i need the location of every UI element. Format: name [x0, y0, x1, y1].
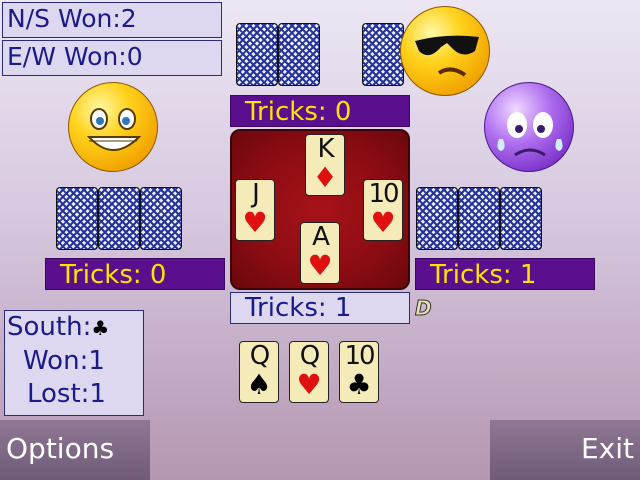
west-tricks: Tricks: 0	[45, 258, 225, 290]
east-tricks-label: Tricks: 1	[430, 260, 537, 290]
options-softkey[interactable]: Options	[0, 420, 150, 480]
lost-count: Lost:1	[27, 379, 106, 409]
north-tricks: Tricks: 0	[230, 95, 410, 127]
card-rank: Q	[299, 341, 320, 371]
card-rank: J	[252, 179, 260, 209]
dealer-marker: D	[415, 296, 433, 321]
club-suit-icon: ♣	[346, 368, 372, 401]
west-played-card: J ♥	[235, 179, 275, 241]
heart-suit-icon: ♥	[307, 249, 333, 282]
ns-score-label: N/S Won:2	[7, 4, 137, 33]
card-rank: K	[317, 134, 334, 164]
north-card-back	[236, 23, 278, 86]
east-card-back	[416, 187, 458, 250]
cool-sunglasses-smiley-icon	[400, 6, 490, 96]
hand-card-ten-clubs[interactable]: 10 ♣	[339, 341, 379, 403]
hand-card-queen-hearts[interactable]: Q ♥	[289, 341, 329, 403]
east-card-back	[500, 187, 542, 250]
hand-card-queen-spades[interactable]: Q ♠	[239, 341, 279, 403]
south-tricks: Tricks: 1	[230, 292, 410, 324]
east-card-back	[458, 187, 500, 250]
north-played-card: K ♦	[305, 134, 345, 196]
south-played-card: A ♥	[300, 222, 340, 284]
ew-score-label: E/W Won:0	[7, 42, 143, 71]
south-label: South:	[7, 312, 92, 342]
spade-suit-icon: ♠	[246, 368, 272, 401]
west-card-back	[140, 187, 182, 250]
card-rank: 10	[344, 341, 375, 371]
exit-label: Exit	[580, 432, 634, 465]
west-card-back	[56, 187, 98, 250]
east-tricks: Tricks: 1	[415, 258, 595, 290]
west-card-back	[98, 187, 140, 250]
west-tricks-label: Tricks: 0	[60, 260, 167, 290]
south-status-panel: South:♣ Won:1 Lost:1	[4, 310, 144, 416]
ew-score: E/W Won:0	[2, 40, 222, 76]
north-card-back	[278, 23, 320, 86]
card-rank: 10	[368, 179, 399, 209]
grinning-smiley-icon	[68, 82, 158, 172]
north-card-back	[362, 23, 404, 86]
diamond-suit-icon: ♦	[312, 161, 338, 194]
options-label: Options	[6, 432, 115, 465]
won-count: Won:1	[23, 346, 105, 376]
heart-suit-icon: ♥	[242, 206, 268, 239]
card-rank: Q	[249, 341, 270, 371]
east-played-card: 10 ♥	[363, 179, 403, 241]
crying-purple-smiley-icon	[484, 82, 574, 172]
north-tricks-label: Tricks: 0	[245, 97, 352, 127]
heart-suit-icon: ♥	[370, 206, 396, 239]
card-rank: A	[312, 222, 330, 252]
exit-softkey[interactable]: Exit	[490, 420, 640, 480]
south-tricks-label: Tricks: 1	[245, 293, 352, 323]
heart-suit-icon: ♥	[296, 368, 322, 401]
ns-score: N/S Won:2	[2, 2, 222, 38]
club-trump-icon: ♣	[91, 316, 110, 340]
